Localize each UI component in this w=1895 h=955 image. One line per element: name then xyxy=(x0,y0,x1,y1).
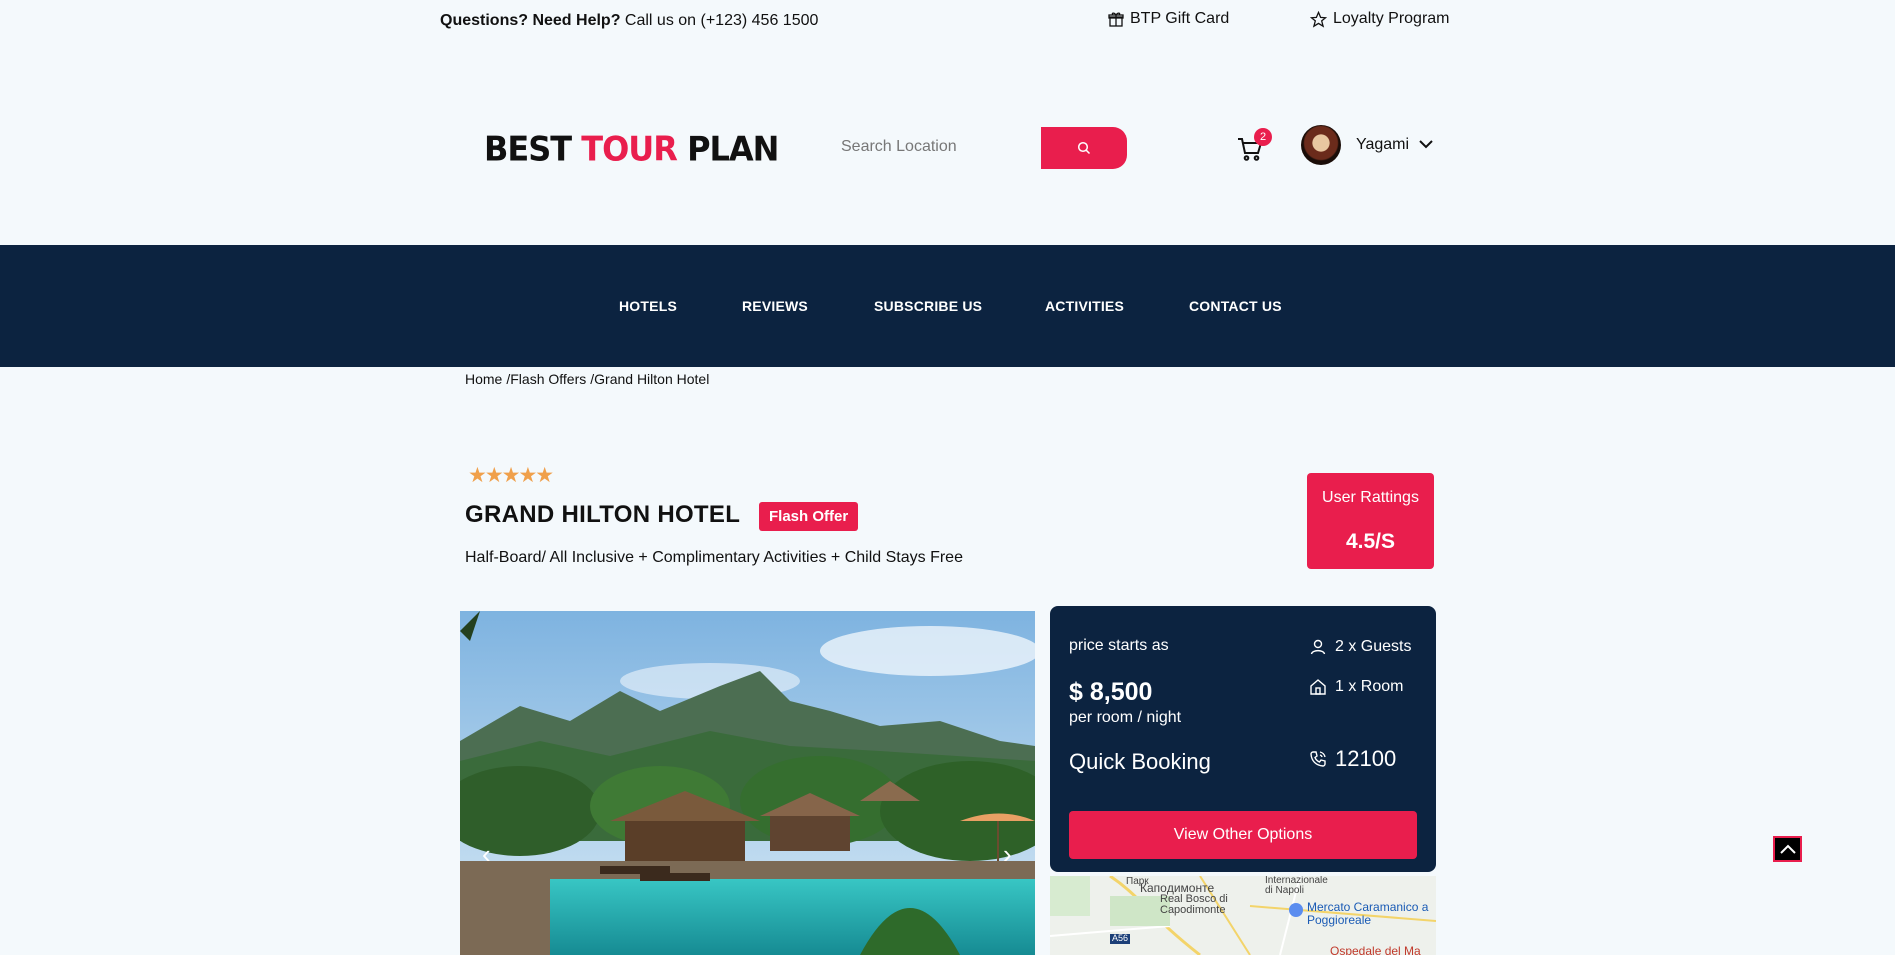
map-label-a56: A56 xyxy=(1112,933,1129,943)
site-logo[interactable]: BEST TOUR PLAN xyxy=(484,129,779,169)
nav-item-reviews[interactable]: REVIEWS xyxy=(742,298,808,314)
chevron-up-icon xyxy=(1779,844,1796,854)
quick-booking-label: Quick Booking xyxy=(1069,749,1211,774)
location-map[interactable]: Парк Капoдимонте Real Bosco di Capodimon… xyxy=(1050,876,1436,955)
avatar[interactable] xyxy=(1301,125,1341,165)
logo-word-plan: PLAN xyxy=(676,129,779,169)
loyalty-program-label: Loyalty Program xyxy=(1333,10,1450,27)
user-ratings-value: 4.5/S xyxy=(1345,530,1396,553)
breadcrumb-flash-offers[interactable]: /Flash Offers xyxy=(506,371,586,387)
breadcrumb-current: /Grand Hilton Hotel xyxy=(590,371,710,387)
room-label: 1 x Room xyxy=(1335,678,1404,695)
star-icon xyxy=(1310,10,1327,28)
hotel-image-gallery: ‹ › xyxy=(460,611,1035,955)
username[interactable]: Yagami xyxy=(1356,136,1409,154)
gallery-next-button[interactable]: › xyxy=(1003,839,1012,870)
nav-item-hotels[interactable]: HOTELS xyxy=(619,298,677,314)
nav-item-subscribe-us[interactable]: SUBSCRIBE US xyxy=(874,298,982,314)
nav-item-activities[interactable]: ACTIVITIES xyxy=(1045,298,1124,314)
search-location-input[interactable] xyxy=(827,127,1042,167)
room-info: 1 x Room xyxy=(1309,678,1403,696)
price-unit: per room / night xyxy=(1069,709,1182,726)
phone-info[interactable]: 12100 xyxy=(1309,746,1396,772)
flash-offer-badge: Flash Offer xyxy=(759,502,859,531)
map-label-mercato: Mercato Caramanico a Poggioreale xyxy=(1307,900,1429,927)
breadcrumb-home[interactable]: Home xyxy=(465,371,502,387)
home-icon xyxy=(1310,679,1326,695)
map-label-internazionale: Internazionale di Napoli xyxy=(1265,876,1328,896)
loyalty-program-link[interactable]: Loyalty Program xyxy=(1310,10,1450,28)
hotel-resort-photo xyxy=(460,611,1035,955)
help-phone[interactable]: Call us on (+123) 456 1500 xyxy=(620,12,818,29)
main-nav: HOTELS REVIEWS SUBSCRIBE US ACTIVITIES C… xyxy=(0,245,1895,367)
map-label-ospedale: Ospedale del Ma xyxy=(1330,944,1421,955)
guests-label: 2 x Guests xyxy=(1335,638,1412,655)
gallery-prev-button[interactable]: ‹ xyxy=(482,839,491,870)
star-rating: ★★★★★ xyxy=(468,464,554,487)
search-button[interactable] xyxy=(1041,127,1127,169)
phone-icon xyxy=(1310,751,1326,767)
cart-count-badge: 2 xyxy=(1254,128,1272,146)
user-icon xyxy=(1310,639,1326,655)
booking-card: price starts as $ 8,500 per room / night… xyxy=(1050,606,1436,872)
guests-info: 2 x Guests xyxy=(1309,638,1411,656)
user-ratings-card: User Rattings 4.5/S xyxy=(1307,473,1434,569)
gift-icon xyxy=(1108,12,1124,27)
top-bar: Questions? Need Help? Call us on (+123) … xyxy=(0,0,1895,40)
back-to-top-button[interactable] xyxy=(1773,836,1802,862)
price-label: price starts as xyxy=(1069,637,1169,654)
help-heading: Questions? Need Help? xyxy=(440,12,621,29)
chevron-down-icon[interactable] xyxy=(1418,136,1434,152)
logo-word-best: BEST xyxy=(484,129,582,169)
gift-card-link[interactable]: BTP Gift Card xyxy=(1108,10,1229,28)
user-ratings-label: User Rattings xyxy=(1322,489,1419,506)
search-icon xyxy=(1077,141,1091,155)
help-line: Questions? Need Help? Call us on (+123) … xyxy=(440,12,818,30)
header: BEST TOUR PLAN 2 Yagami xyxy=(0,40,1895,245)
gift-card-label: BTP Gift Card xyxy=(1130,10,1230,27)
nav-item-contact-us[interactable]: CONTACT US xyxy=(1189,298,1282,314)
phone-number: 12100 xyxy=(1335,746,1397,771)
breadcrumb: Home /Flash Offers /Grand Hilton Hotel xyxy=(465,371,709,387)
page-title: GRAND HILTON HOTEL xyxy=(465,501,741,528)
hotel-subtitle: Half-Board/ All Inclusive + Complimentar… xyxy=(465,549,963,566)
price-value: $ 8,500 xyxy=(1069,678,1153,706)
view-other-options-button[interactable]: View Other Options xyxy=(1069,811,1417,859)
map-label-real-bosco: Real Bosco di Capodimonte xyxy=(1160,893,1228,916)
logo-word-tour: TOUR xyxy=(581,129,678,169)
